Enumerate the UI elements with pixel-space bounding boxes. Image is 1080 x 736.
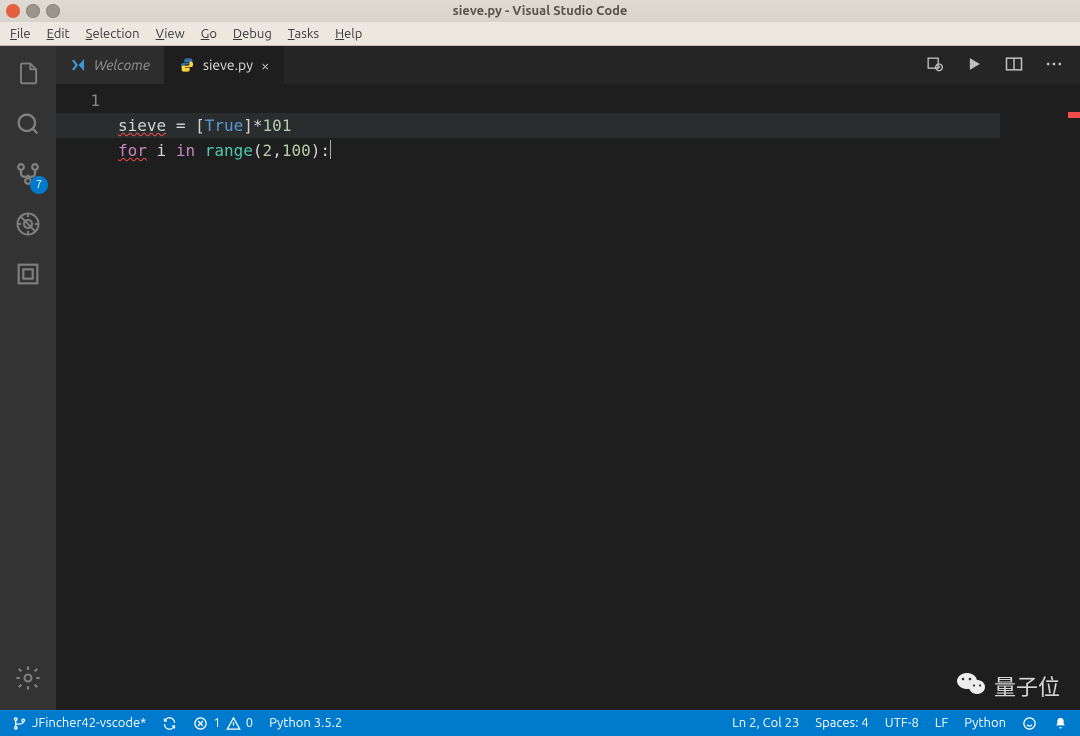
text-cursor bbox=[330, 140, 331, 159]
vscode-logo-icon bbox=[70, 57, 86, 73]
sync-icon bbox=[162, 716, 177, 731]
status-branch[interactable]: JFincher42-vscode* bbox=[4, 710, 154, 736]
tab-welcome[interactable]: Welcome bbox=[56, 46, 165, 84]
window-title: sieve.py - Visual Studio Code bbox=[0, 4, 1080, 18]
menubar: File Edit Selection View Go Debug Tasks … bbox=[0, 22, 1080, 46]
menu-go[interactable]: Go bbox=[195, 25, 223, 43]
status-cursor-position[interactable]: Ln 2, Col 23 bbox=[724, 710, 807, 736]
window-minimize-icon[interactable] bbox=[26, 4, 40, 18]
code-content[interactable]: sieve = [True]*101 for i in range(2,100)… bbox=[118, 84, 1080, 710]
more-icon[interactable] bbox=[1044, 54, 1064, 77]
extensions-icon[interactable] bbox=[12, 258, 44, 290]
tab-label: sieve.py bbox=[203, 57, 253, 73]
status-notifications[interactable] bbox=[1045, 710, 1076, 736]
status-python[interactable]: Python 3.5.2 bbox=[261, 710, 350, 736]
status-problems[interactable]: 1 0 bbox=[185, 710, 261, 736]
menu-selection[interactable]: Selection bbox=[80, 25, 146, 43]
wechat-icon bbox=[956, 671, 986, 702]
editor[interactable]: 1 2 sieve = [True]*101 for i in range(2,… bbox=[56, 84, 1080, 710]
status-feedback[interactable] bbox=[1014, 710, 1045, 736]
menu-file[interactable]: File bbox=[4, 25, 37, 43]
window-close-icon[interactable] bbox=[6, 4, 20, 18]
tab-label: Welcome bbox=[94, 57, 150, 73]
menu-debug[interactable]: Debug bbox=[227, 25, 278, 43]
menu-tasks[interactable]: Tasks bbox=[282, 25, 325, 43]
status-language[interactable]: Python bbox=[956, 710, 1014, 736]
status-sync[interactable] bbox=[154, 710, 185, 736]
error-marker[interactable] bbox=[1068, 112, 1080, 118]
error-icon bbox=[193, 716, 208, 731]
split-editor-icon[interactable] bbox=[1004, 54, 1024, 77]
activity-bar: 7 bbox=[0, 46, 56, 710]
window-maximize-icon[interactable] bbox=[46, 4, 60, 18]
menu-help[interactable]: Help bbox=[329, 25, 368, 43]
tab-sieve[interactable]: sieve.py × bbox=[165, 46, 285, 84]
close-icon[interactable]: × bbox=[261, 57, 269, 74]
python-file-icon bbox=[179, 57, 195, 73]
line-gutter: 1 2 bbox=[56, 84, 118, 710]
menu-view[interactable]: View bbox=[150, 25, 191, 43]
search-icon[interactable] bbox=[12, 108, 44, 140]
overview-ruler[interactable] bbox=[1068, 84, 1080, 710]
status-eol[interactable]: LF bbox=[927, 710, 956, 736]
warning-icon bbox=[226, 716, 241, 731]
settings-gear-icon[interactable] bbox=[12, 662, 44, 694]
source-control-icon[interactable]: 7 bbox=[12, 158, 44, 190]
debug-icon[interactable] bbox=[12, 208, 44, 240]
status-encoding[interactable]: UTF-8 bbox=[877, 710, 927, 736]
bell-icon bbox=[1053, 716, 1068, 731]
smiley-icon bbox=[1022, 716, 1037, 731]
scm-badge: 7 bbox=[30, 176, 48, 194]
tab-bar: Welcome sieve.py × bbox=[56, 46, 1080, 84]
titlebar: sieve.py - Visual Studio Code bbox=[0, 0, 1080, 22]
menu-edit[interactable]: Edit bbox=[41, 25, 76, 43]
status-bar: JFincher42-vscode* 1 0 Python 3.5.2 Ln 2… bbox=[0, 710, 1080, 736]
status-indentation[interactable]: Spaces: 4 bbox=[807, 710, 876, 736]
git-branch-icon bbox=[12, 716, 27, 731]
explorer-icon[interactable] bbox=[12, 58, 44, 90]
watermark: 量子位 bbox=[956, 670, 1060, 702]
run-icon[interactable] bbox=[964, 54, 984, 77]
open-changes-icon[interactable] bbox=[924, 54, 944, 77]
